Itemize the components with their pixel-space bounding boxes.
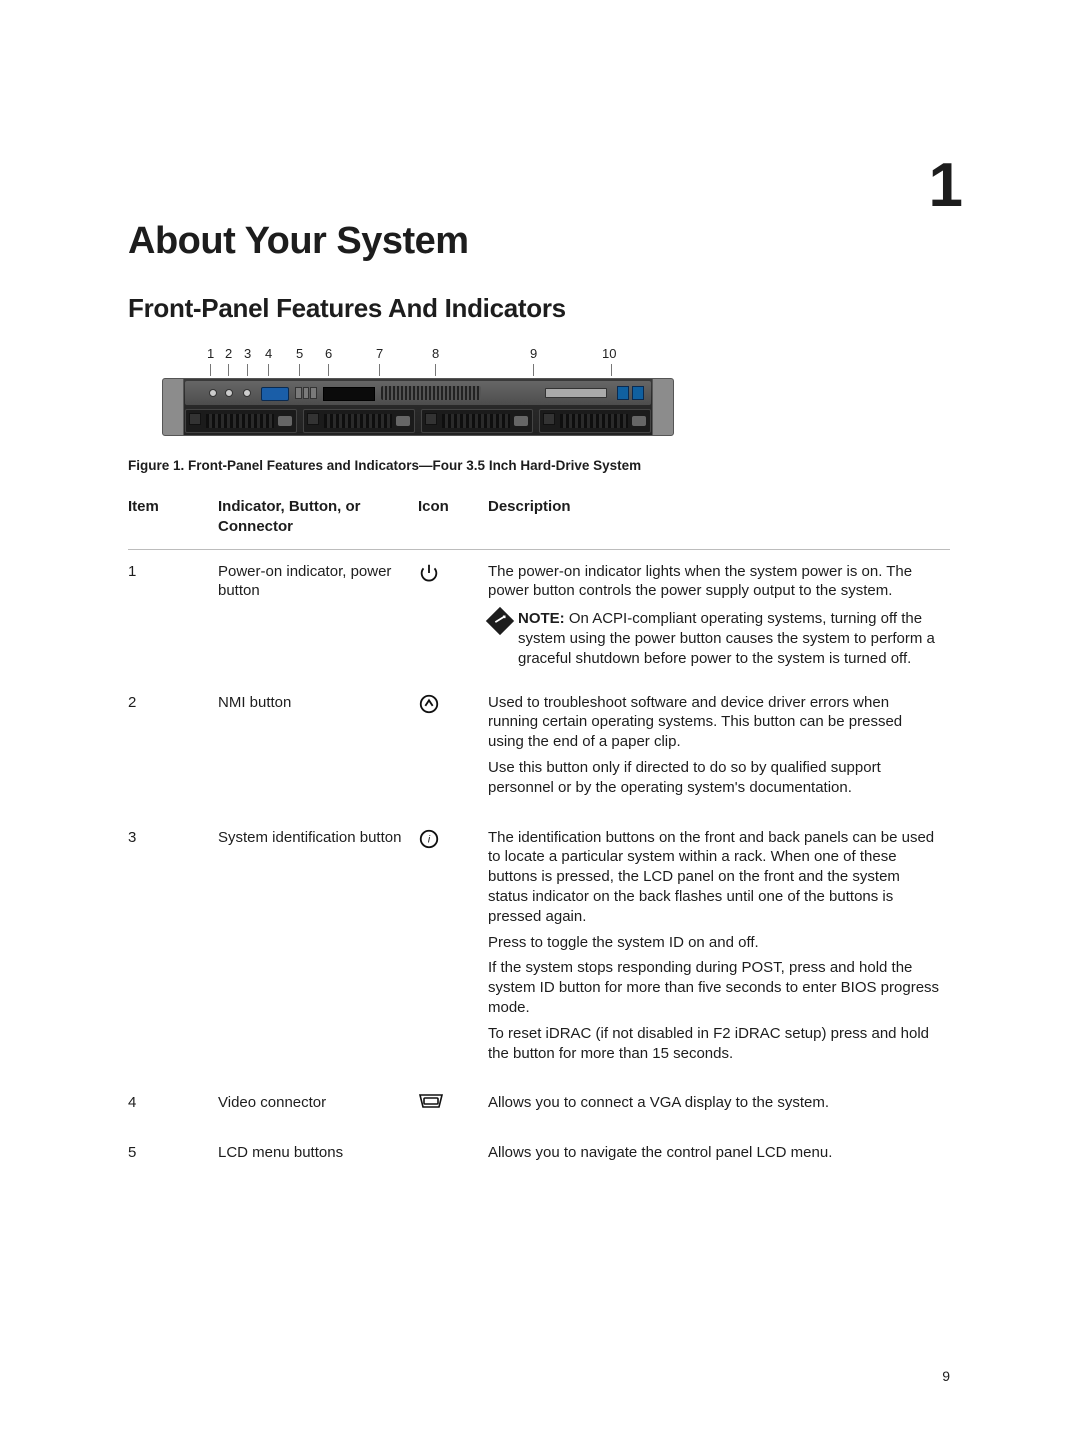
figure-callout-labels: 1 2 3 4 5 6 7 8 9 10 [162, 346, 674, 364]
cell-indicator: NMI button [218, 681, 418, 816]
cell-description: Used to troubleshoot software and device… [488, 681, 950, 816]
nmi-icon [418, 693, 478, 715]
chapter-number: 1 [929, 150, 962, 221]
cell-icon [418, 1131, 488, 1181]
id-icon: i [418, 828, 478, 850]
cell-icon: i [418, 816, 488, 1082]
cell-item: 4 [128, 1081, 218, 1131]
note-body: On ACPI-compliant operating systems, tur… [518, 610, 935, 667]
note-label: NOTE: [518, 610, 565, 627]
cell-description: The identification buttons on the front … [488, 816, 950, 1082]
th-icon: Icon [418, 487, 488, 549]
cell-item: 2 [128, 681, 218, 816]
callout-10: 10 [602, 346, 616, 361]
callout-7: 7 [376, 346, 383, 361]
callout-4: 4 [265, 346, 272, 361]
th-description: Description [488, 487, 950, 549]
page-title: About Your System [128, 220, 950, 263]
cell-description: The power-on indicator lights when the s… [488, 549, 950, 680]
callout-1: 1 [207, 346, 214, 361]
desc-text: Press to toggle the system ID on and off… [488, 933, 940, 953]
cell-indicator: LCD menu buttons [218, 1131, 418, 1181]
server-front-illustration [162, 378, 674, 436]
cell-icon [418, 681, 488, 816]
cell-description: Allows you to navigate the control panel… [488, 1131, 950, 1181]
table-header-row: Item Indicator, Button, or Connector Ico… [128, 487, 950, 549]
desc-text: To reset iDRAC (if not disabled in F2 iD… [488, 1024, 940, 1064]
desc-text: The identification buttons on the front … [488, 828, 940, 927]
desc-text: Used to troubleshoot software and device… [488, 693, 940, 752]
table-row: 1 Power-on indicator, power button The p… [128, 549, 950, 680]
table-row: 2 NMI button Used to troubleshoot softwa… [128, 681, 950, 816]
callout-5: 5 [296, 346, 303, 361]
power-icon [418, 562, 478, 584]
callout-8: 8 [432, 346, 439, 361]
th-indicator: Indicator, Button, or Connector [218, 487, 418, 549]
note-icon [486, 607, 514, 635]
cell-item: 1 [128, 549, 218, 680]
callout-9: 9 [530, 346, 537, 361]
table-row: 5 LCD menu buttons Allows you to navigat… [128, 1131, 950, 1181]
note-block: NOTE: On ACPI-compliant operating system… [488, 609, 940, 668]
section-heading: Front-Panel Features And Indicators [128, 293, 950, 324]
callout-6: 6 [325, 346, 332, 361]
document-page: 1 About Your System Front-Panel Features… [0, 0, 1080, 1434]
callout-3: 3 [244, 346, 251, 361]
cell-indicator: System identification button [218, 816, 418, 1082]
svg-text:i: i [428, 834, 431, 845]
cell-indicator: Power-on indicator, power button [218, 549, 418, 680]
note-text: NOTE: On ACPI-compliant operating system… [518, 609, 940, 668]
desc-text: Use this button only if directed to do s… [488, 758, 940, 798]
cell-description: Allows you to connect a VGA display to t… [488, 1081, 950, 1131]
table-row: 4 Video connector Allows you to connect … [128, 1081, 950, 1131]
cell-item: 5 [128, 1131, 218, 1181]
desc-text: Allows you to navigate the control panel… [488, 1143, 940, 1163]
features-table: Item Indicator, Button, or Connector Ico… [128, 487, 950, 1181]
cell-indicator: Video connector [218, 1081, 418, 1131]
vga-icon [418, 1093, 478, 1109]
th-item: Item [128, 487, 218, 549]
cell-item: 3 [128, 816, 218, 1082]
figure-caption: Figure 1. Front-Panel Features and Indic… [128, 458, 950, 473]
table-row: 3 System identification button i The ide… [128, 816, 950, 1082]
desc-text: Allows you to connect a VGA display to t… [488, 1093, 940, 1113]
figure-leader-lines [162, 364, 674, 378]
cell-icon [418, 549, 488, 680]
callout-2: 2 [225, 346, 232, 361]
desc-text: The power-on indicator lights when the s… [488, 562, 940, 602]
desc-text: If the system stops responding during PO… [488, 958, 940, 1017]
page-number: 9 [942, 1368, 950, 1384]
cell-icon [418, 1081, 488, 1131]
figure-front-panel: 1 2 3 4 5 6 7 8 9 10 [162, 346, 674, 436]
